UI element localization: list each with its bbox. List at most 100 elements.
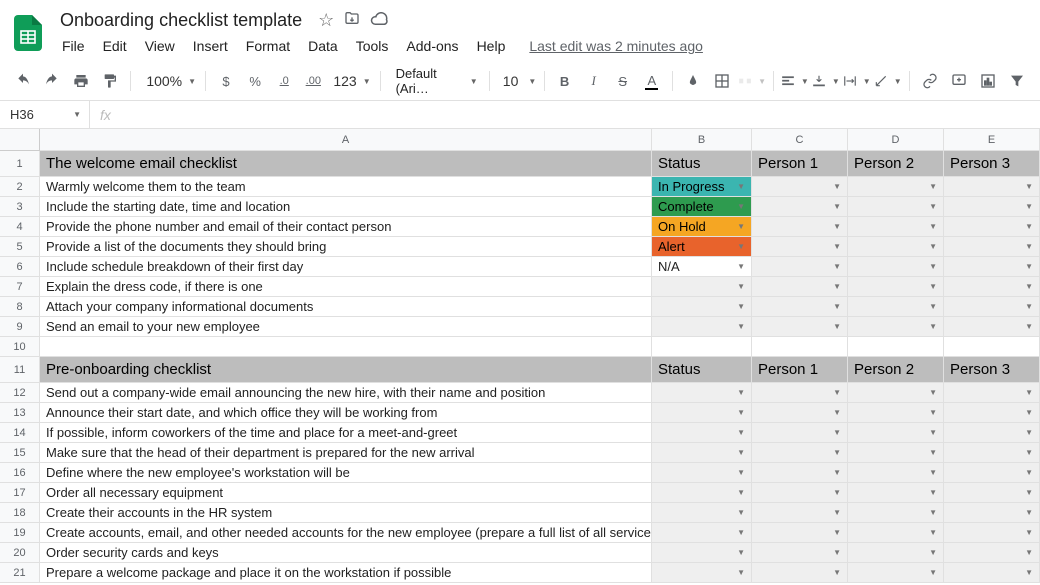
status-dropdown[interactable]: ▼ bbox=[652, 403, 752, 423]
person-header-1[interactable]: Person 1 bbox=[752, 151, 848, 177]
person-dropdown[interactable]: ▼ bbox=[848, 563, 944, 583]
person-dropdown[interactable]: ▼ bbox=[752, 543, 848, 563]
row-header[interactable]: 8 bbox=[0, 297, 40, 317]
person-dropdown[interactable]: ▼ bbox=[848, 257, 944, 277]
col-header-A[interactable]: A bbox=[40, 129, 652, 151]
status-header[interactable]: Status bbox=[652, 357, 752, 383]
person-dropdown[interactable]: ▼ bbox=[848, 523, 944, 543]
valign-icon[interactable]: ▼ bbox=[812, 68, 840, 94]
status-dropdown[interactable]: N/A▼ bbox=[652, 257, 752, 277]
person-dropdown[interactable]: ▼ bbox=[848, 423, 944, 443]
empty-cell[interactable] bbox=[652, 337, 752, 357]
person-dropdown[interactable]: ▼ bbox=[848, 383, 944, 403]
status-dropdown[interactable]: In Progress▼ bbox=[652, 177, 752, 197]
task-cell[interactable]: Order security cards and keys bbox=[40, 543, 652, 563]
person-dropdown[interactable]: ▼ bbox=[944, 297, 1040, 317]
row-header[interactable]: 7 bbox=[0, 277, 40, 297]
empty-cell[interactable] bbox=[752, 337, 848, 357]
person-dropdown[interactable]: ▼ bbox=[944, 483, 1040, 503]
row-header[interactable]: 1 bbox=[0, 151, 40, 177]
percent-icon[interactable]: % bbox=[242, 68, 268, 94]
person-dropdown[interactable]: ▼ bbox=[848, 543, 944, 563]
task-cell[interactable]: Make sure that the head of their departm… bbox=[40, 443, 652, 463]
empty-cell[interactable] bbox=[40, 337, 652, 357]
person-dropdown[interactable]: ▼ bbox=[752, 383, 848, 403]
text-color-icon[interactable]: A bbox=[639, 68, 665, 94]
person-header-2[interactable]: Person 2 bbox=[848, 357, 944, 383]
status-dropdown[interactable]: ▼ bbox=[652, 563, 752, 583]
row-header[interactable]: 16 bbox=[0, 463, 40, 483]
person-dropdown[interactable]: ▼ bbox=[944, 503, 1040, 523]
row-header[interactable]: 9 bbox=[0, 317, 40, 337]
task-cell[interactable]: Include schedule breakdown of their firs… bbox=[40, 257, 652, 277]
fontsize-dropdown[interactable]: 10▼ bbox=[497, 68, 537, 94]
person-dropdown[interactable]: ▼ bbox=[944, 237, 1040, 257]
col-header-C[interactable]: C bbox=[752, 129, 848, 151]
row-header[interactable]: 5 bbox=[0, 237, 40, 257]
status-dropdown[interactable]: ▼ bbox=[652, 523, 752, 543]
task-cell[interactable]: Warmly welcome them to the team bbox=[40, 177, 652, 197]
person-dropdown[interactable]: ▼ bbox=[848, 317, 944, 337]
person-dropdown[interactable]: ▼ bbox=[944, 423, 1040, 443]
person-dropdown[interactable]: ▼ bbox=[752, 423, 848, 443]
status-dropdown[interactable]: On Hold▼ bbox=[652, 217, 752, 237]
merge-icon[interactable]: ▼ bbox=[738, 68, 766, 94]
filter-icon[interactable] bbox=[1004, 68, 1030, 94]
status-dropdown[interactable]: ▼ bbox=[652, 277, 752, 297]
task-cell[interactable]: Explain the dress code, if there is one bbox=[40, 277, 652, 297]
menu-data[interactable]: Data bbox=[300, 34, 346, 58]
status-dropdown[interactable]: ▼ bbox=[652, 543, 752, 563]
row-header[interactable]: 19 bbox=[0, 523, 40, 543]
fill-color-icon[interactable] bbox=[680, 68, 706, 94]
menu-insert[interactable]: Insert bbox=[185, 34, 236, 58]
borders-icon[interactable] bbox=[709, 68, 735, 94]
person-dropdown[interactable]: ▼ bbox=[752, 503, 848, 523]
menu-tools[interactable]: Tools bbox=[348, 34, 397, 58]
wrap-icon[interactable]: ▼ bbox=[843, 68, 871, 94]
row-header[interactable]: 13 bbox=[0, 403, 40, 423]
star-icon[interactable]: ☆ bbox=[318, 10, 334, 31]
last-edit-link[interactable]: Last edit was 2 minutes ago bbox=[529, 38, 703, 54]
row-header[interactable]: 14 bbox=[0, 423, 40, 443]
col-header-B[interactable]: B bbox=[652, 129, 752, 151]
move-icon[interactable] bbox=[344, 10, 360, 31]
col-header-D[interactable]: D bbox=[848, 129, 944, 151]
paint-format-icon[interactable] bbox=[97, 68, 123, 94]
person-dropdown[interactable]: ▼ bbox=[944, 563, 1040, 583]
person-dropdown[interactable]: ▼ bbox=[848, 197, 944, 217]
status-dropdown[interactable]: ▼ bbox=[652, 423, 752, 443]
row-header[interactable]: 12 bbox=[0, 383, 40, 403]
task-cell[interactable]: Send out a company-wide email announcing… bbox=[40, 383, 652, 403]
person-dropdown[interactable]: ▼ bbox=[944, 277, 1040, 297]
person-dropdown[interactable]: ▼ bbox=[752, 237, 848, 257]
empty-cell[interactable] bbox=[848, 337, 944, 357]
name-box[interactable]: H36▼ bbox=[0, 101, 90, 128]
dec-increase-icon[interactable]: .00 bbox=[300, 68, 326, 94]
menu-edit[interactable]: Edit bbox=[95, 34, 135, 58]
person-dropdown[interactable]: ▼ bbox=[848, 277, 944, 297]
formula-input[interactable] bbox=[121, 101, 1040, 128]
person-dropdown[interactable]: ▼ bbox=[752, 257, 848, 277]
row-header[interactable]: 4 bbox=[0, 217, 40, 237]
person-dropdown[interactable]: ▼ bbox=[752, 523, 848, 543]
task-cell[interactable]: Define where the new employee's workstat… bbox=[40, 463, 652, 483]
menu-view[interactable]: View bbox=[137, 34, 183, 58]
zoom-dropdown[interactable]: 100%▼ bbox=[138, 68, 198, 94]
person-dropdown[interactable]: ▼ bbox=[944, 197, 1040, 217]
status-dropdown[interactable]: ▼ bbox=[652, 483, 752, 503]
status-dropdown[interactable]: ▼ bbox=[652, 503, 752, 523]
person-dropdown[interactable]: ▼ bbox=[944, 217, 1040, 237]
person-dropdown[interactable]: ▼ bbox=[848, 403, 944, 423]
person-dropdown[interactable]: ▼ bbox=[848, 237, 944, 257]
person-dropdown[interactable]: ▼ bbox=[848, 463, 944, 483]
section1-title[interactable]: The welcome email checklist bbox=[40, 151, 652, 177]
comment-icon[interactable] bbox=[946, 68, 972, 94]
person-header-1[interactable]: Person 1 bbox=[752, 357, 848, 383]
status-header[interactable]: Status bbox=[652, 151, 752, 177]
more-formats-dropdown[interactable]: 123▼ bbox=[329, 68, 372, 94]
status-dropdown[interactable]: Alert▼ bbox=[652, 237, 752, 257]
person-dropdown[interactable]: ▼ bbox=[752, 443, 848, 463]
person-dropdown[interactable]: ▼ bbox=[752, 483, 848, 503]
menu-addons[interactable]: Add-ons bbox=[398, 34, 466, 58]
row-header[interactable]: 3 bbox=[0, 197, 40, 217]
